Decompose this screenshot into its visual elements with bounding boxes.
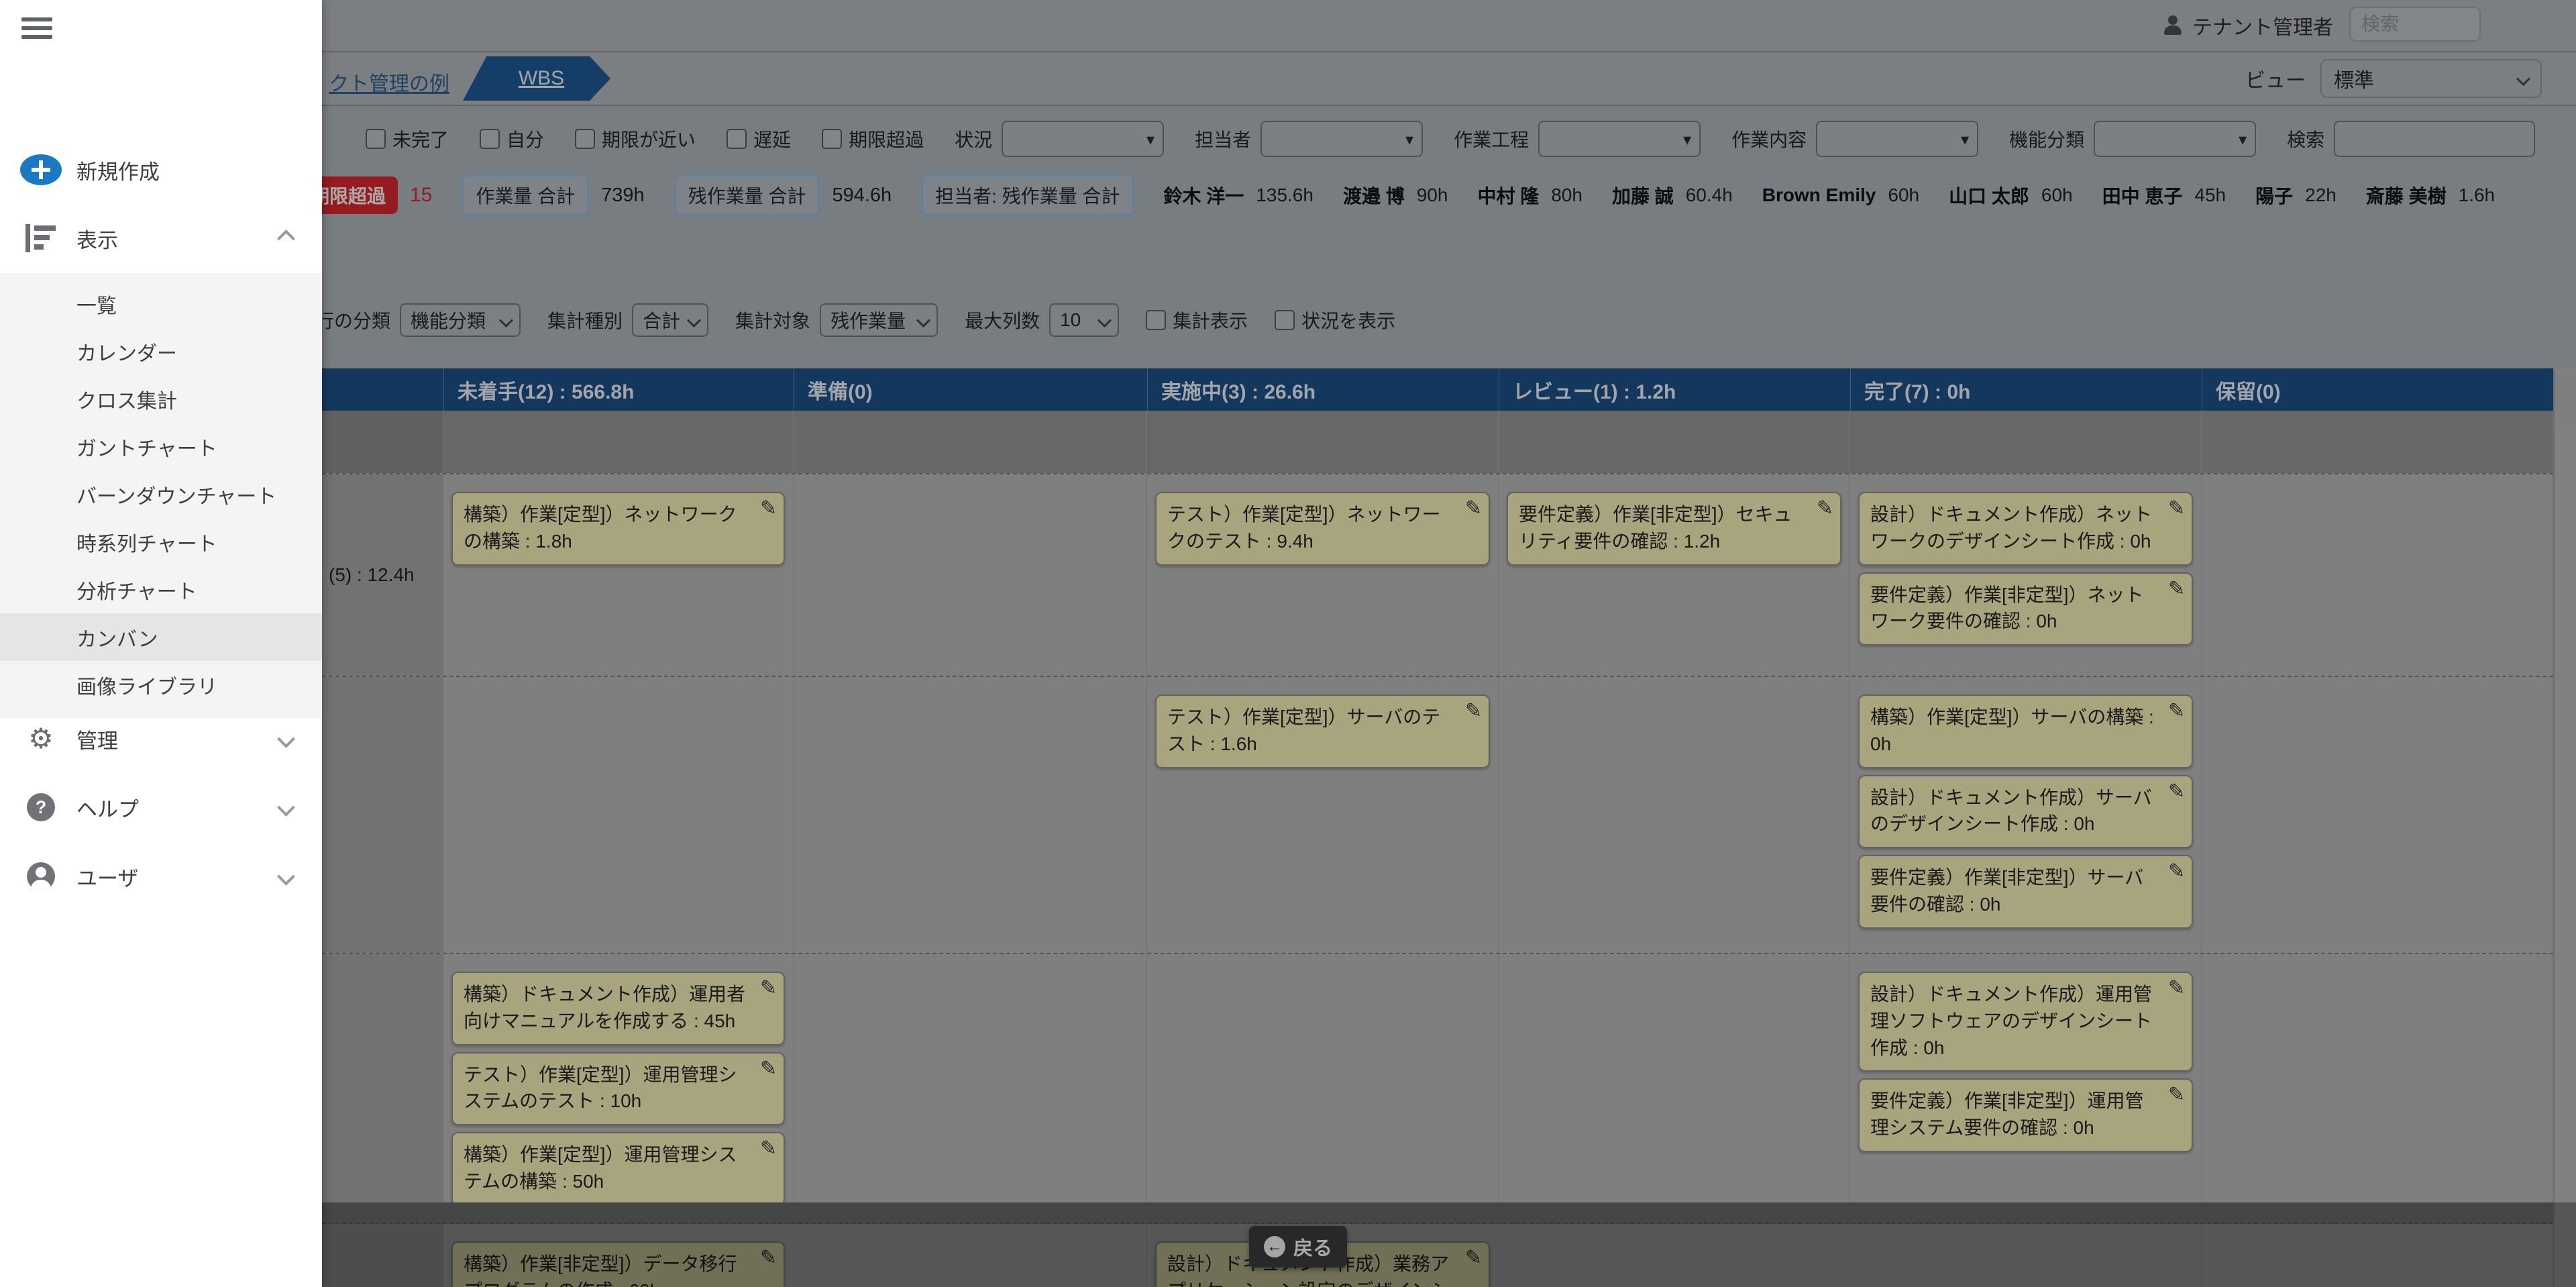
app-root: テナント管理者 クト管理の例 WBS ビュー 標準 未完了自分期限が近い遅延期限… [0,0,2576,1287]
sidebar-item-カンバン[interactable]: カンバン [0,613,322,661]
sidebar-item-new[interactable]: 新規作成 [0,141,322,199]
sidebar-item-バーンダウンチャート[interactable]: バーンダウンチャート [0,470,322,518]
help-section-label: ヘルプ [76,792,139,823]
help-icon: ? [27,793,55,821]
new-label: 新規作成 [76,155,160,185]
display-section-label: 表示 [76,223,118,254]
sidebar-item-カレンダー[interactable]: カレンダー [0,327,322,375]
sidebar-section-admin[interactable]: ⚙ 管理 [0,710,322,768]
admin-section-label: 管理 [76,724,118,754]
plus-icon [20,154,62,185]
sidebar-item-分析チャート[interactable]: 分析チャート [0,566,322,613]
display-submenu: 一覧カレンダークロス集計ガントチャートバーンダウンチャート時系列チャート分析チャ… [0,273,322,718]
display-list-icon [25,223,56,254]
chevron-down-icon [277,799,295,817]
chevron-down-icon [277,868,295,886]
sidebar-item-画像ライブラリ[interactable]: 画像ライブラリ [0,661,322,709]
sidebar-section-help[interactable]: ? ヘルプ [0,778,322,836]
sidebar-section-user[interactable]: ユーザ [0,847,322,905]
chevron-down-icon [277,730,295,748]
user-section-label: ユーザ [76,862,138,892]
sidebar-drawer: 新規作成 表示 一覧カレンダークロス集計ガントチャートバーンダウンチャート時系列… [0,0,322,1287]
drawer-backdrop-overlay[interactable] [0,0,2576,1287]
menu-hamburger-icon[interactable] [21,17,52,39]
user-icon [27,862,55,890]
sidebar-item-時系列チャート[interactable]: 時系列チャート [0,518,322,566]
gear-icon: ⚙ [28,725,54,753]
chevron-up-icon [277,229,295,248]
sidebar-item-ガントチャート[interactable]: ガントチャート [0,423,322,470]
sidebar-item-クロス集計[interactable]: クロス集計 [0,375,322,423]
sidebar-item-一覧[interactable]: 一覧 [0,280,322,327]
sidebar-section-display[interactable]: 表示 [0,209,322,267]
